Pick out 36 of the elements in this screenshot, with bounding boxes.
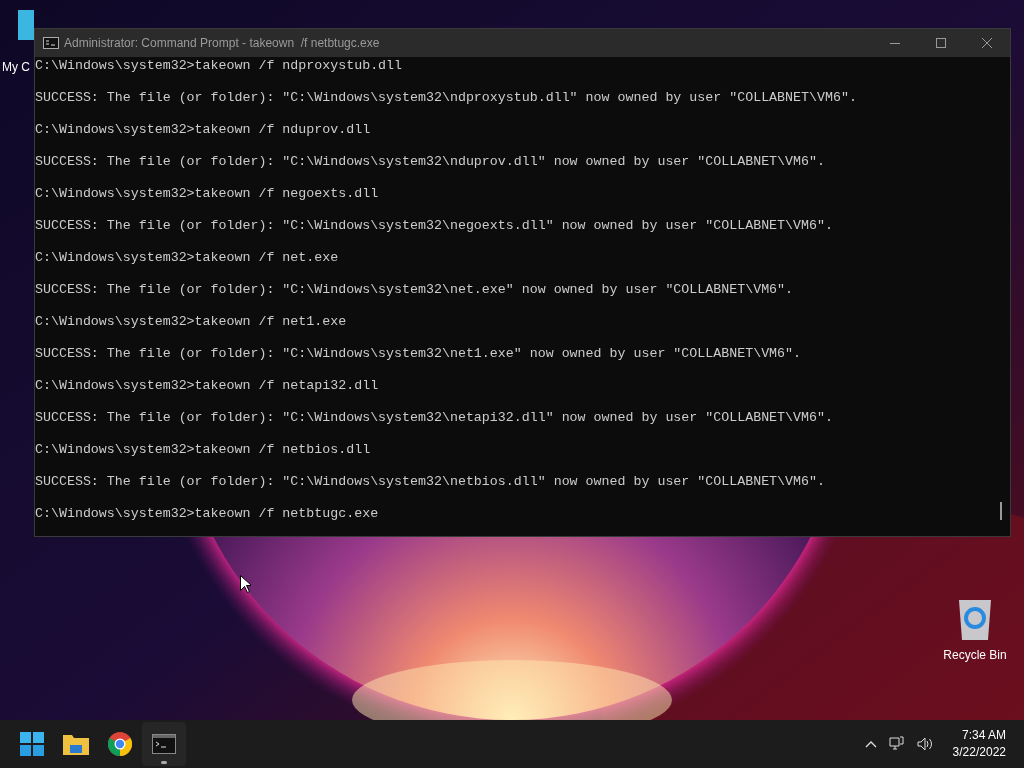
taskbar-app[interactable] [142, 722, 186, 766]
terminal-icon[interactable] [152, 734, 176, 754]
folder-icon[interactable] [63, 733, 89, 755]
window-title: Administrator: Command Prompt - takeown /f netbtugc.exe [64, 35, 380, 52]
scrollbar-thumb[interactable] [1000, 502, 1002, 520]
chevron-up-icon[interactable] [864, 740, 877, 748]
console-line: SUCCESS: The file (or folder): "C:\Windows\system32\nduprov.dll" now owned by user "COLLABNET\VM6". [35, 154, 825, 170]
console-line: SUCCESS: The file (or folder): "C:\Windows\system32\netbios.dll" now owned by user "COLLABNET\VM6". [35, 474, 825, 490]
console-line: SUCCESS: The file (or folder): "C:\Windows\system32\ndproxystub.dll" now owned by user "COLLABNET\VM6". [35, 90, 857, 106]
console-line: C:\Windows\system32>takeown /f ndproxystub.dll [35, 58, 403, 74]
mouse-pointer-icon [240, 575, 251, 593]
console-line: C:\Windows\system32>takeown /f netapi32.dll [35, 378, 379, 394]
clock-time[interactable]: 7:34 AM [961, 727, 1006, 744]
volume-icon[interactable] [916, 737, 935, 751]
console-line: C:\Windows\system32>takeown /f net1.exe [35, 314, 347, 330]
console-line: C:\Windows\system32>takeown /f net.exe [35, 250, 339, 266]
console-line: SUCCESS: The file (or folder): "C:\Windows\system32\netapi32.dll" now owned by user "COLLABNET\VM6". [35, 410, 833, 426]
minimize-icon [890, 42, 900, 44]
icon-label: My C [2, 59, 30, 76]
recycle-bin-icon[interactable] [957, 598, 993, 640]
browser-icon[interactable] [108, 732, 132, 756]
active-indicator [161, 761, 167, 764]
console-line: C:\Windows\system32>takeown /f netbtugc.exe [35, 506, 379, 522]
windows-icon[interactable] [20, 732, 44, 756]
network-icon[interactable] [888, 736, 905, 752]
clock-date[interactable]: 3/22/2022 [952, 744, 1006, 761]
console-line: SUCCESS: The file (or folder): "C:\Windows\system32\net.exe" now owned by user "COLLABNET\VM6". [35, 282, 794, 298]
maximize-icon [936, 38, 946, 48]
close-icon [982, 38, 992, 48]
console-line: C:\Windows\system32>takeown /f nduprov.dll [35, 122, 371, 138]
console-line: C:\Windows\system32>takeown /f netbios.dll [35, 442, 371, 458]
console-line: SUCCESS: The file (or folder): "C:\Windows\system32\negoexts.dll" now owned by user "COLLABNET\VM6". [35, 218, 833, 234]
console-icon [43, 37, 59, 49]
console-line: SUCCESS: The file (or folder): "C:\Windows\system32\net1.exe" now owned by user "COLLABNET\VM6". [35, 346, 802, 362]
icon-label: Recycle Bin [943, 647, 1007, 664]
console-line: C:\Windows\system32>takeown /f negoexts.dll [35, 186, 379, 202]
